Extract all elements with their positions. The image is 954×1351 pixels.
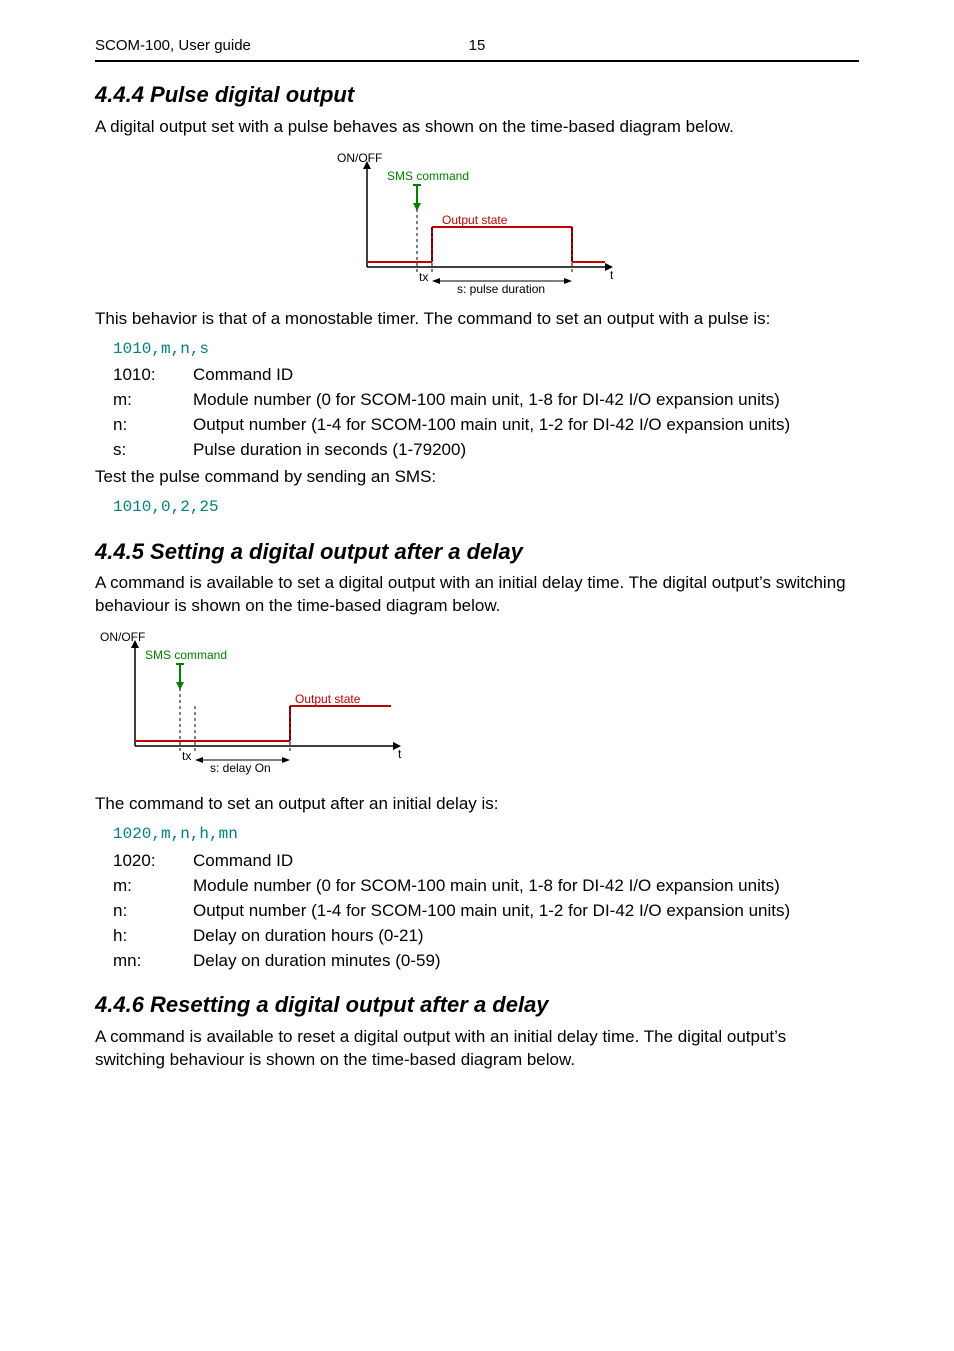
diag2-sms-label: SMS command: [145, 648, 227, 662]
header-page-number: 15: [422, 36, 532, 56]
param-row: m: Module number (0 for SCOM-100 main un…: [113, 389, 859, 412]
param-desc: Pulse duration in seconds (1-79200): [193, 439, 859, 462]
param-desc: Command ID: [193, 850, 859, 873]
param-row: s: Pulse duration in seconds (1-79200): [113, 439, 859, 462]
code-1010: 1010,m,n,s: [113, 339, 859, 361]
param-desc: Command ID: [193, 364, 859, 387]
param-desc: Module number (0 for SCOM-100 main unit,…: [193, 389, 859, 412]
section-445-heading: 4.4.5 Setting a digital output after a d…: [95, 537, 859, 567]
param-desc: Output number (1-4 for SCOM-100 main uni…: [193, 414, 859, 437]
param-desc: Delay on duration hours (0-21): [193, 925, 859, 948]
pulse-diagram: ON/OFF t SMS command Output state tx s:: [95, 147, 859, 302]
diag2-ylabel: ON/OFF: [100, 630, 145, 644]
diag1-sms-label: SMS command: [387, 169, 469, 183]
param-row: m: Module number (0 for SCOM-100 main un…: [113, 875, 859, 898]
delay-diagram: ON/OFF t SMS command Output state tx s: …: [95, 626, 859, 781]
diag1-tx: tx: [419, 270, 428, 284]
param-desc: Delay on duration minutes (0-59): [193, 950, 859, 973]
param-row: h: Delay on duration hours (0-21): [113, 925, 859, 948]
diag2-duration: s: delay On: [210, 761, 271, 775]
diag2-output-label: Output state: [295, 692, 361, 706]
section-444-heading: 4.4.4 Pulse digital output: [95, 80, 859, 110]
param-key: 1010:: [113, 364, 193, 387]
param-key: 1020:: [113, 850, 193, 873]
page-header: SCOM-100, User guide 15: [95, 36, 859, 62]
section-446-intro: A command is available to reset a digita…: [95, 1026, 859, 1072]
diag1-duration: s: pulse duration: [457, 282, 545, 296]
param-desc: Module number (0 for SCOM-100 main unit,…: [193, 875, 859, 898]
diag2-tx: tx: [182, 749, 191, 763]
param-row: 1020: Command ID: [113, 850, 859, 873]
param-key: n:: [113, 414, 193, 437]
diag2-t: t: [398, 747, 402, 761]
section-444-intro: A digital output set with a pulse behave…: [95, 116, 859, 139]
param-key: m:: [113, 389, 193, 412]
page: SCOM-100, User guide 15 4.4.4 Pulse digi…: [47, 0, 907, 1140]
param-key: mn:: [113, 950, 193, 973]
diag1-ylabel: ON/OFF: [337, 151, 382, 165]
param-row: n: Output number (1-4 for SCOM-100 main …: [113, 900, 859, 923]
param-key: n:: [113, 900, 193, 923]
param-key: s:: [113, 439, 193, 462]
param-key: m:: [113, 875, 193, 898]
diag1-output-label: Output state: [442, 213, 508, 227]
section-444-test-line: Test the pulse command by sending an SMS…: [95, 466, 859, 489]
param-key: h:: [113, 925, 193, 948]
param-row: n: Output number (1-4 for SCOM-100 main …: [113, 414, 859, 437]
section-445-intro: A command is available to set a digital …: [95, 572, 859, 618]
diag1-t: t: [610, 268, 614, 282]
section-446-heading: 4.4.6 Resetting a digital output after a…: [95, 990, 859, 1020]
delay-diagram-svg: ON/OFF t SMS command Output state tx s: …: [95, 626, 415, 781]
pulse-diagram-svg: ON/OFF t SMS command Output state tx s:: [327, 147, 627, 302]
param-row: mn: Delay on duration minutes (0-59): [113, 950, 859, 973]
code-1020: 1020,m,n,h,mn: [113, 824, 859, 846]
code-1010-example: 1010,0,2,25: [113, 497, 859, 519]
section-444-after-diagram: This behavior is that of a monostable ti…: [95, 308, 859, 331]
header-left: SCOM-100, User guide: [95, 36, 422, 56]
section-445-after-diagram: The command to set an output after an in…: [95, 793, 859, 816]
param-row: 1010: Command ID: [113, 364, 859, 387]
param-desc: Output number (1-4 for SCOM-100 main uni…: [193, 900, 859, 923]
